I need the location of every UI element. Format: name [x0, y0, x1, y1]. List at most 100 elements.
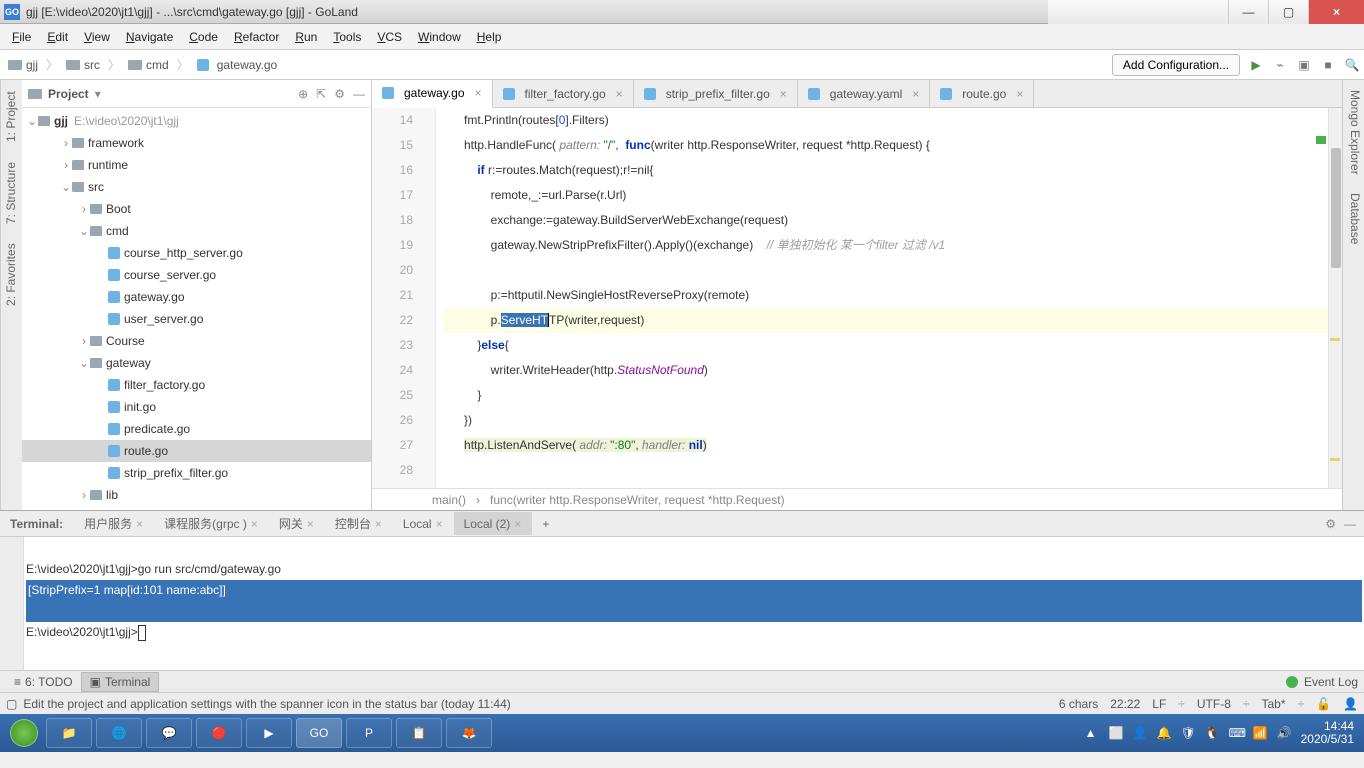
task-app-red[interactable]: 🔴 — [196, 718, 242, 748]
editor-tab[interactable]: gateway.go× — [372, 80, 493, 108]
close-icon[interactable]: × — [136, 517, 143, 531]
editor-scrollbar[interactable] — [1328, 108, 1342, 488]
task-chrome[interactable]: 🌐 — [96, 718, 142, 748]
tree-file[interactable]: strip_prefix_filter.go — [22, 462, 371, 484]
status-indent[interactable]: Tab* — [1261, 697, 1285, 711]
menu-item[interactable]: Window — [412, 28, 467, 46]
start-button[interactable] — [4, 718, 44, 748]
hide-icon[interactable]: — — [353, 87, 365, 101]
right-tab-mongo[interactable]: Mongo Explorer — [1343, 86, 1364, 179]
tree-file[interactable]: course_http_server.go — [22, 242, 371, 264]
editor-tab[interactable]: strip_prefix_filter.go× — [634, 80, 798, 107]
window-minimize-button[interactable]: — — [1228, 0, 1268, 24]
status-lock-icon[interactable]: 🔓 — [1316, 697, 1331, 711]
window-maximize-button[interactable]: ▢ — [1268, 0, 1308, 24]
editor-tab[interactable]: filter_factory.go× — [493, 80, 634, 107]
code-line[interactable]: }else{ — [444, 333, 1342, 358]
terminal-tab[interactable]: Local × — [393, 512, 454, 535]
tray-volume-icon[interactable]: 🔊 — [1277, 726, 1291, 740]
editor-tab[interactable]: route.go× — [930, 80, 1034, 107]
code-line[interactable]: gateway.NewStripPrefixFilter().Apply()(e… — [444, 233, 1342, 258]
terminal-text[interactable]: E:\video\2020\jt1\gjj>go run src/cmd/gat… — [24, 537, 1364, 670]
code-line[interactable]: writer.WriteHeader(http.StatusNotFound) — [444, 358, 1342, 383]
close-icon[interactable]: × — [1016, 87, 1023, 101]
collapse-icon[interactable]: ⇱ — [316, 87, 326, 101]
tray-icon[interactable]: 🐧 — [1205, 726, 1219, 740]
breadcrumb-item[interactable]: src — [62, 56, 104, 74]
search-icon[interactable]: 🔍 — [1344, 57, 1360, 73]
terminal-tab[interactable]: Local (2) × — [454, 512, 533, 535]
status-encoding[interactable]: UTF-8 — [1197, 697, 1231, 711]
tray-icon[interactable]: ⬜ — [1109, 726, 1123, 740]
tab-terminal[interactable]: ▣ Terminal — [81, 672, 160, 692]
settings-hint-icon[interactable]: ▢ — [6, 697, 17, 711]
add-configuration-button[interactable]: Add Configuration... — [1112, 54, 1240, 76]
terminal-tab[interactable]: 网关 × — [269, 512, 325, 535]
tree-file[interactable]: route.go — [22, 440, 371, 462]
left-tab-structure[interactable]: 7: Structure — [1, 157, 22, 229]
code-line[interactable]: remote,_:=url.Parse(r.Url) — [444, 183, 1342, 208]
coverage-icon[interactable]: ▣ — [1296, 57, 1312, 73]
terminal-tab[interactable]: 控制台 × — [325, 512, 393, 535]
scroll-from-source-icon[interactable]: ⊕ — [298, 87, 308, 101]
code-line[interactable] — [444, 258, 1342, 283]
menu-item[interactable]: File — [6, 28, 37, 46]
tray-icon[interactable]: 🔔 — [1157, 726, 1171, 740]
tree-folder[interactable]: ⌄src — [22, 176, 371, 198]
debug-icon[interactable]: ⌁ — [1272, 57, 1288, 73]
tab-todo[interactable]: ≡ 6: TODO — [6, 673, 81, 691]
breadcrumb-item[interactable]: gjj — [4, 56, 42, 74]
menu-item[interactable]: Run — [289, 28, 323, 46]
menu-item[interactable]: Help — [471, 28, 508, 46]
project-tree[interactable]: ⌄ gjj E:\video\2020\jt1\gjj ›framework›r… — [22, 108, 371, 510]
terminal-tab[interactable]: 用户服务 × — [74, 512, 154, 535]
editor-tab[interactable]: gateway.yaml× — [798, 80, 931, 107]
task-powerpoint[interactable]: P — [346, 718, 392, 748]
settings-icon[interactable]: ⚙ — [334, 87, 345, 101]
terminal-body[interactable]: E:\video\2020\jt1\gjj>go run src/cmd/gat… — [0, 537, 1364, 670]
tree-folder[interactable]: ›Boot — [22, 198, 371, 220]
tree-folder[interactable]: ›Mapper — [22, 506, 371, 510]
tree-file[interactable]: user_server.go — [22, 308, 371, 330]
task-goland[interactable]: GO — [296, 718, 342, 748]
warning-stripe-icon[interactable] — [1330, 338, 1340, 341]
close-icon[interactable]: × — [436, 517, 443, 531]
close-icon[interactable]: × — [780, 87, 787, 101]
task-explorer[interactable]: 📁 — [46, 718, 92, 748]
tree-folder[interactable]: ›lib — [22, 484, 371, 506]
close-icon[interactable]: × — [514, 517, 521, 531]
tree-file[interactable]: filter_factory.go — [22, 374, 371, 396]
tree-folder[interactable]: ›framework — [22, 132, 371, 154]
terminal-tab[interactable]: 课程服务(grpc ) × — [154, 512, 269, 535]
menu-item[interactable]: View — [78, 28, 116, 46]
gear-icon[interactable]: ⚙ — [1325, 517, 1336, 531]
close-icon[interactable]: × — [251, 517, 258, 531]
close-icon[interactable]: × — [912, 87, 919, 101]
stop-icon[interactable]: ■ — [1320, 57, 1336, 73]
warning-stripe-icon[interactable] — [1330, 458, 1340, 461]
right-tab-database[interactable]: Database — [1343, 189, 1364, 248]
crumb-main[interactable]: main() — [432, 493, 466, 507]
code-line[interactable]: if r:=routes.Match(request);r!=nil{ — [444, 158, 1342, 183]
breadcrumb-item[interactable]: gateway.go — [193, 56, 282, 74]
close-icon[interactable]: × — [616, 87, 623, 101]
tree-file[interactable]: predicate.go — [22, 418, 371, 440]
task-notes[interactable]: 📋 — [396, 718, 442, 748]
tree-folder[interactable]: ›Course — [22, 330, 371, 352]
status-inspector-icon[interactable]: 👤 — [1343, 697, 1358, 711]
tree-root[interactable]: ⌄ gjj E:\video\2020\jt1\gjj — [22, 110, 371, 132]
close-icon[interactable]: × — [375, 517, 382, 531]
menu-item[interactable]: Tools — [327, 28, 367, 46]
menu-item[interactable]: Navigate — [120, 28, 179, 46]
menu-item[interactable]: Refactor — [228, 28, 285, 46]
terminal-add-tab-button[interactable]: + — [532, 514, 560, 534]
tree-file[interactable]: init.go — [22, 396, 371, 418]
left-tab-project[interactable]: 1: Project — [1, 86, 22, 147]
tree-file[interactable]: gateway.go — [22, 286, 371, 308]
close-icon[interactable]: × — [475, 86, 482, 100]
tray-icon[interactable]: 👤 — [1133, 726, 1147, 740]
hide-icon[interactable]: — — [1344, 517, 1356, 531]
tray-icon[interactable]: 🛡 — [1181, 726, 1195, 740]
menu-item[interactable]: VCS — [371, 28, 408, 46]
code-area[interactable]: 141516171819202122232425262728 fmt.Print… — [372, 108, 1342, 488]
